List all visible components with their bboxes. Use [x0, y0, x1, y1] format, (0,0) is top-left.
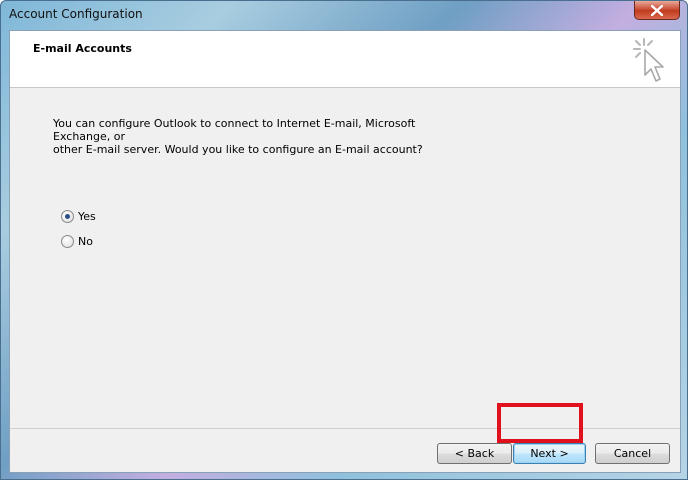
wizard-header: E-mail Accounts — [10, 31, 680, 88]
back-button[interactable]: < Back — [437, 443, 512, 464]
window-title: Account Configuration — [9, 7, 143, 21]
radio-button-yes[interactable] — [61, 210, 74, 223]
radio-option-yes[interactable]: Yes — [61, 210, 96, 223]
radio-button-no[interactable] — [61, 235, 74, 248]
mouse-pointer-sparkle-icon — [633, 38, 664, 82]
radio-option-no[interactable]: No — [61, 235, 93, 248]
close-icon — [651, 4, 663, 16]
account-configuration-window: Account Configuration E-mail Accounts Yo… — [0, 0, 688, 480]
radio-label-no[interactable]: No — [78, 235, 93, 248]
title-bar[interactable]: Account Configuration — [1, 1, 687, 29]
cancel-button[interactable]: Cancel — [595, 443, 670, 464]
radio-selected-dot — [65, 214, 70, 219]
radio-label-yes[interactable]: Yes — [78, 210, 96, 223]
page-title: E-mail Accounts — [33, 42, 132, 55]
close-button[interactable] — [634, 1, 680, 20]
configure-message: You can configure Outlook to connect to … — [53, 117, 423, 156]
next-button[interactable]: Next > — [513, 443, 586, 464]
next-button-highlight-box — [497, 403, 583, 443]
